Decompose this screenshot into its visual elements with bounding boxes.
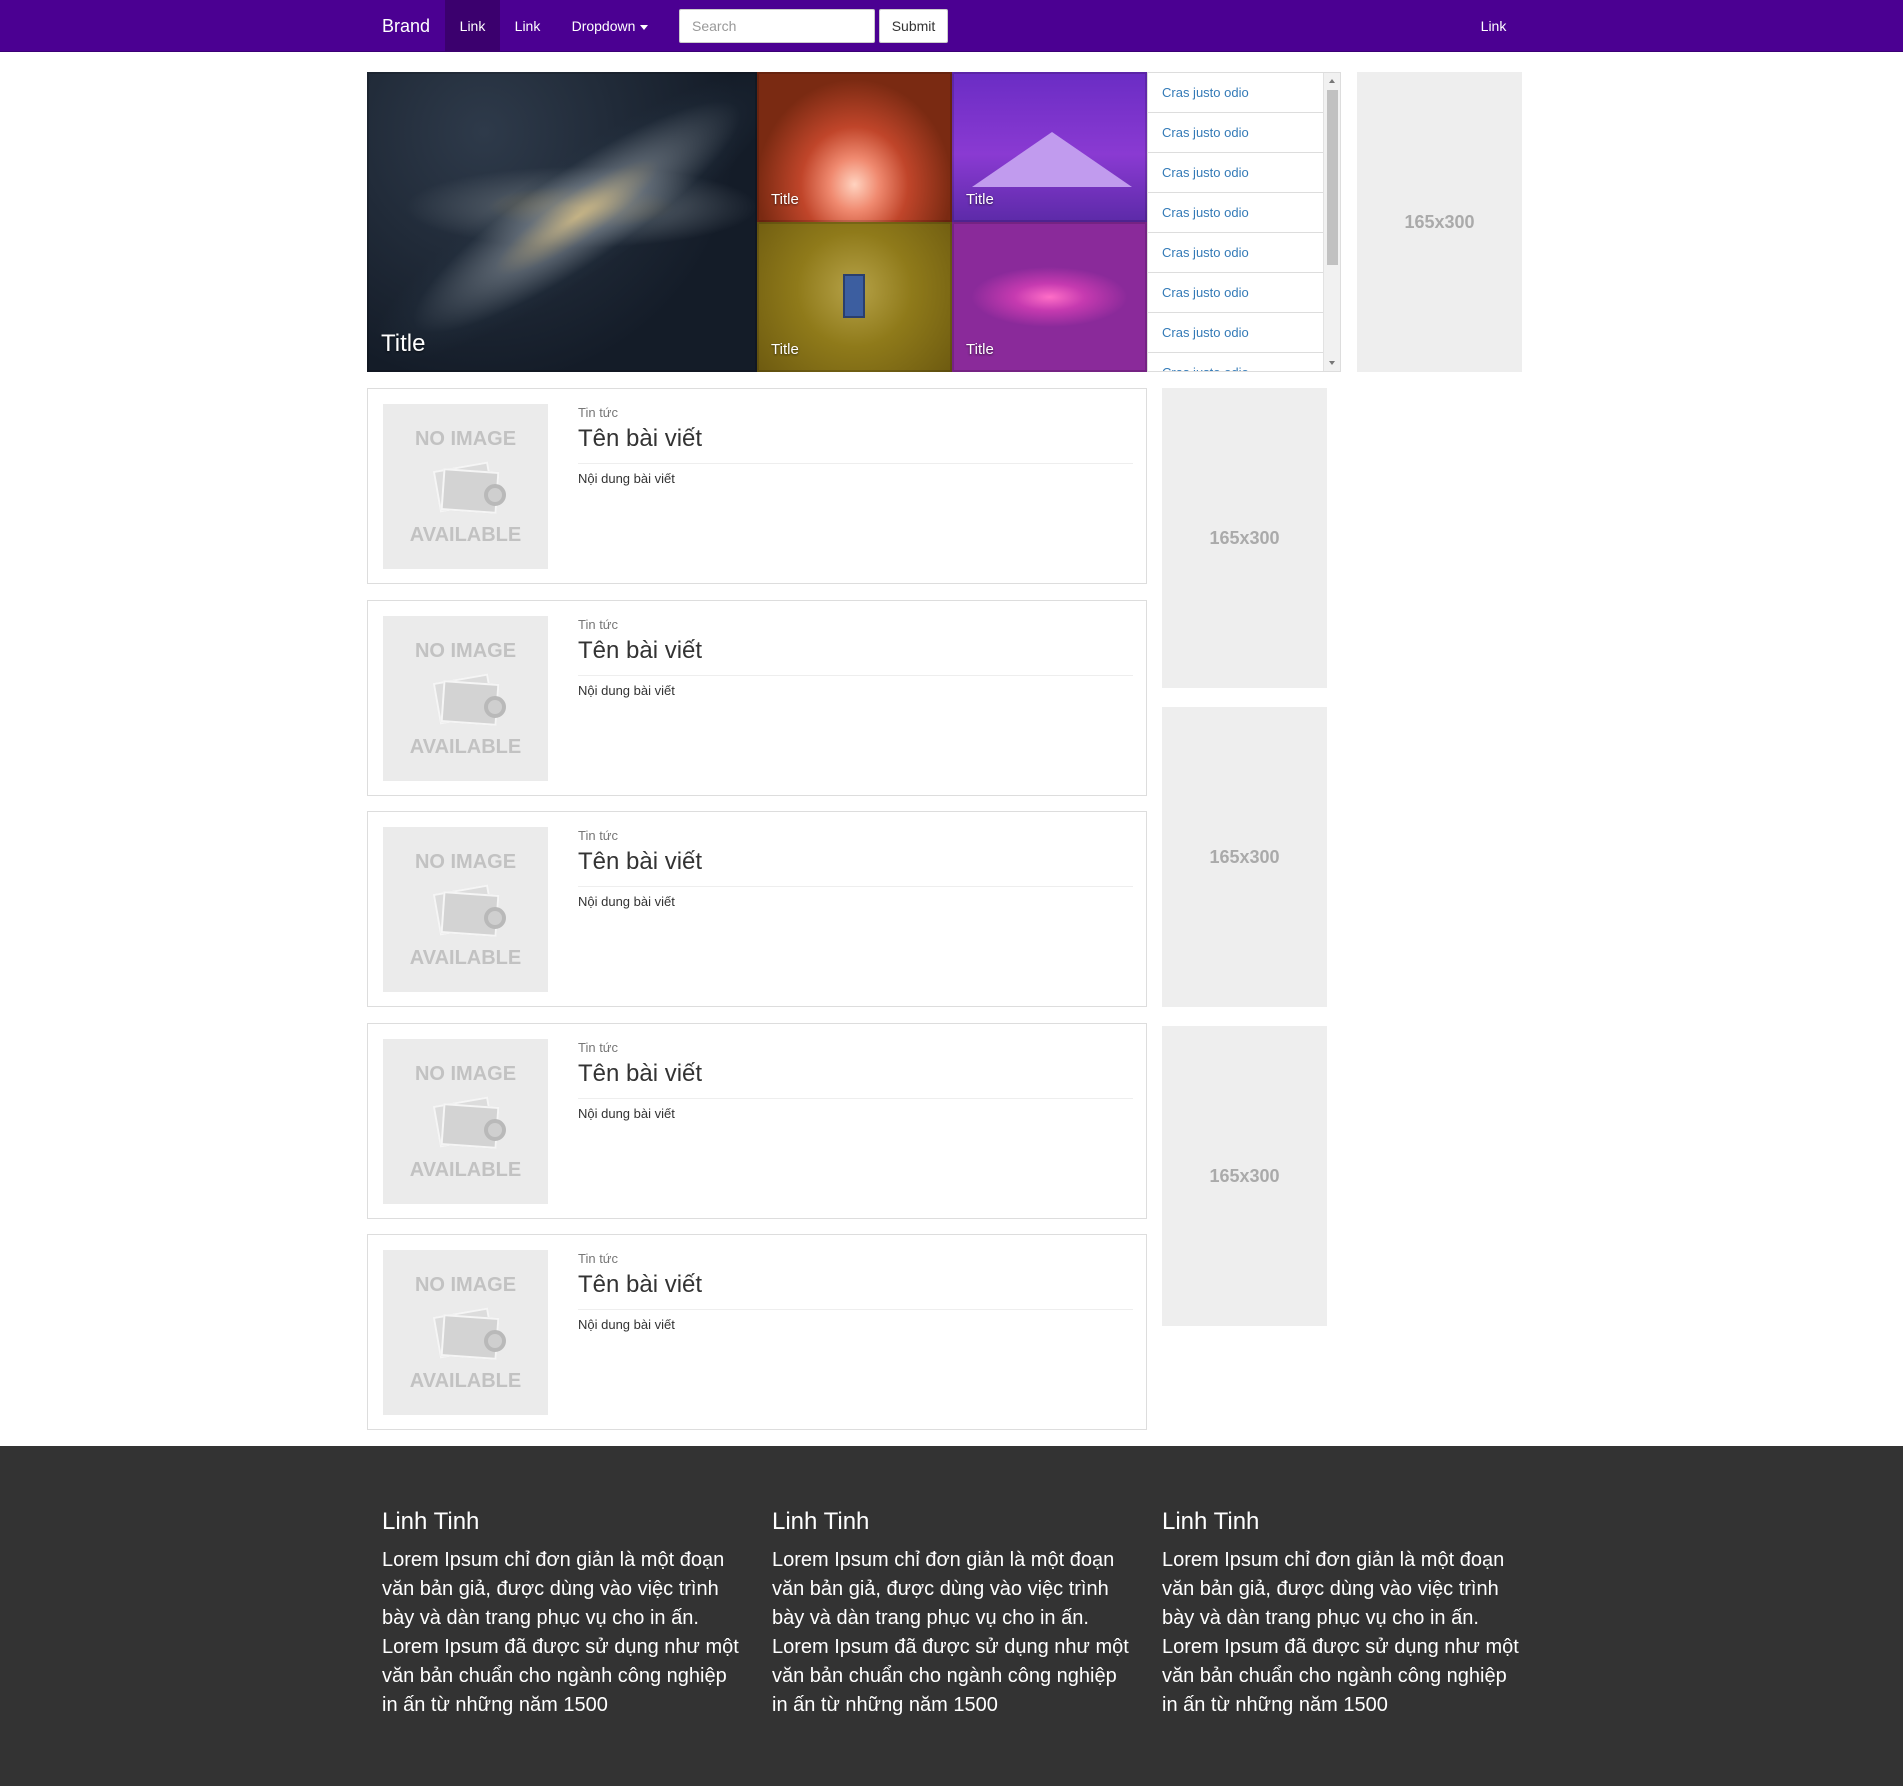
divider [578,886,1133,887]
list-item-link[interactable]: Cras justo odio [1148,153,1324,193]
caret-down-icon [640,24,649,30]
article-category: Tin tức [578,1251,619,1266]
list-item-link[interactable]: Cras justo odio [1148,273,1324,313]
article-card[interactable]: NO IMAGE AVAILABLE Tin tức Tên bài viết … [367,1023,1147,1219]
link-list: Cras justo odio Cras justo odio Cras jus… [1147,72,1341,372]
list-item-link[interactable]: Cras justo odio [1148,233,1324,273]
tile-title: Title [381,330,426,357]
ad-label: 165x300 [1209,846,1280,867]
article-content: Nội dung bài viết [578,894,675,909]
scroll-down-arrow-icon[interactable] [1329,361,1335,365]
footer-title: Linh Tinh [772,1508,870,1535]
no-image-placeholder: NO IMAGE AVAILABLE [383,404,548,569]
nav-dropdown-label: Dropdown [571,18,636,34]
ad-placeholder: 165x300 [1162,388,1327,688]
tardis-image [843,274,865,318]
article-category: Tin tức [578,828,619,843]
article-category: Tin tức [578,405,619,420]
article-category: Tin tức [578,1040,619,1055]
no-image-text: NO IMAGE [414,640,517,662]
no-image-placeholder: NO IMAGE AVAILABLE [383,1250,548,1415]
article-title[interactable]: Tên bài viết [578,425,702,453]
nav-link-active[interactable]: Link [445,0,500,52]
ad-placeholder: 165x300 [1162,707,1327,1007]
article-card[interactable]: NO IMAGE AVAILABLE Tin tức Tên bài viết … [367,1234,1147,1430]
featured-tile[interactable]: Title [757,222,952,372]
footer-column: Linh Tinh Lorem Ipsum chỉ đơn giản là mộ… [772,1508,1137,1720]
ad-label: 165x300 [1209,527,1280,548]
article-title[interactable]: Tên bài viết [578,1060,702,1088]
article-card[interactable]: NO IMAGE AVAILABLE Tin tức Tên bài viết … [367,600,1147,796]
article-category: Tin tức [578,617,619,632]
tile-title: Title [771,341,799,358]
featured-tile[interactable]: Title [952,72,1147,222]
nav-link-right[interactable]: Link [1466,0,1521,52]
article-content: Nội dung bài viết [578,1106,675,1121]
available-text: AVAILABLE [409,1370,522,1392]
scroll-thumb[interactable] [1327,90,1338,265]
galaxy-image [367,72,757,372]
ad-placeholder: 165x300 [1162,1026,1327,1326]
footer: Linh Tinh Lorem Ipsum chỉ đơn giản là mộ… [0,1446,1903,1786]
no-image-text: NO IMAGE [414,1274,517,1296]
article-content: Nội dung bài viết [578,1317,675,1332]
available-text: AVAILABLE [409,1159,522,1181]
article-content: Nội dung bài viết [578,683,675,698]
divider [578,1098,1133,1099]
featured-tile[interactable]: Title [952,222,1147,372]
footer-column: Linh Tinh Lorem Ipsum chỉ đơn giản là mộ… [382,1508,747,1720]
camera-icon [428,884,506,937]
nav-link[interactable]: Link [500,0,555,52]
footer-title: Linh Tinh [382,1508,480,1535]
footer-column: Linh Tinh Lorem Ipsum chỉ đơn giản là mộ… [1162,1508,1527,1720]
scrollbar[interactable] [1323,73,1340,371]
ad-label: 165x300 [1404,211,1475,232]
scroll-up-arrow-icon[interactable] [1329,79,1335,83]
list-item-link[interactable]: Cras justo odio [1148,193,1324,233]
no-image-text: NO IMAGE [414,1063,517,1085]
list-item-link[interactable]: Cras justo odio [1148,313,1324,353]
divider [578,463,1133,464]
featured-tile[interactable]: Title [757,72,952,222]
footer-text: Lorem Ipsum chỉ đơn giản là một đoạn văn… [1162,1549,1519,1716]
search-input[interactable] [679,9,875,43]
tile-title: Title [771,191,799,208]
no-image-placeholder: NO IMAGE AVAILABLE [383,1039,548,1204]
ad-label: 165x300 [1209,1165,1280,1186]
tile-title: Title [966,341,994,358]
list-item-link[interactable]: Cras justo odio [1148,113,1324,153]
article-card[interactable]: NO IMAGE AVAILABLE Tin tức Tên bài viết … [367,388,1147,584]
divider [578,675,1133,676]
list-item-link[interactable]: Cras justo odio [1148,73,1324,113]
top-navbar: Brand Link Link Dropdown Submit Link [0,0,1903,52]
camera-icon [428,461,506,514]
nav-dropdown[interactable]: Dropdown [555,0,665,52]
divider [578,1309,1133,1310]
available-text: AVAILABLE [409,524,522,546]
no-image-text: NO IMAGE [414,851,517,873]
available-text: AVAILABLE [409,947,522,969]
article-title[interactable]: Tên bài viết [578,1271,702,1299]
camera-icon [428,673,506,726]
footer-text: Lorem Ipsum chỉ đơn giản là một đoạn văn… [382,1549,739,1716]
tile-title: Title [966,191,994,208]
article-title[interactable]: Tên bài viết [578,848,702,876]
featured-tile-main[interactable]: Title [367,72,757,372]
available-text: AVAILABLE [409,736,522,758]
ad-placeholder: 165x300 [1357,72,1522,372]
list-item-link[interactable]: Cras justo odio [1148,353,1324,371]
footer-title: Linh Tinh [1162,1508,1260,1535]
submit-button[interactable]: Submit [879,9,948,43]
article-title[interactable]: Tên bài viết [578,637,702,665]
mountain-image [972,132,1132,187]
camera-icon [428,1307,506,1360]
no-image-text: NO IMAGE [414,428,517,450]
footer-text: Lorem Ipsum chỉ đơn giản là một đoạn văn… [772,1549,1129,1716]
article-card[interactable]: NO IMAGE AVAILABLE Tin tức Tên bài viết … [367,811,1147,1007]
no-image-placeholder: NO IMAGE AVAILABLE [383,827,548,992]
no-image-placeholder: NO IMAGE AVAILABLE [383,616,548,781]
camera-icon [428,1096,506,1149]
brand-link[interactable]: Brand [367,0,445,52]
article-content: Nội dung bài viết [578,471,675,486]
